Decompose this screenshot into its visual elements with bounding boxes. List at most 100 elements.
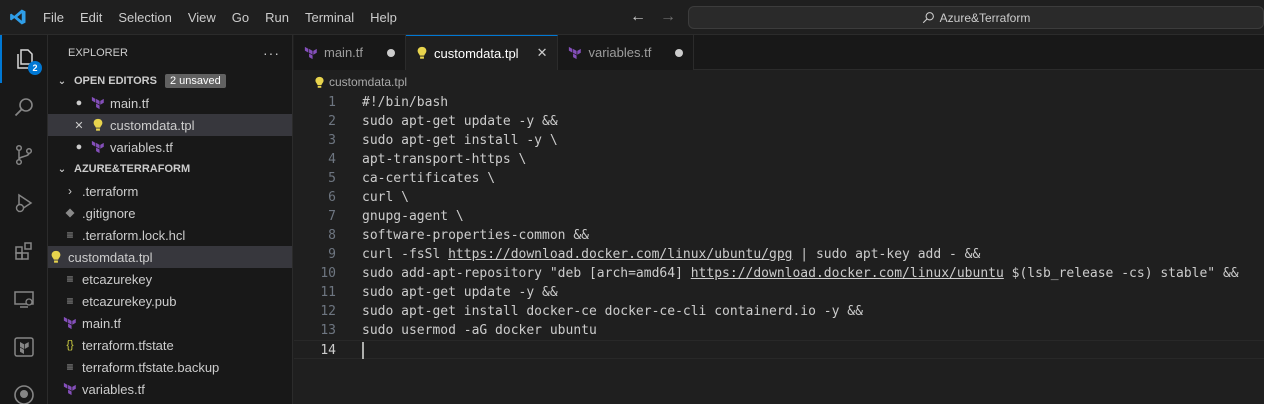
file-label: variables.tf: [82, 381, 145, 397]
terraform-icon: [304, 46, 317, 59]
code-line: 7 gnupg-agent \: [294, 207, 1264, 226]
remote-explorer-icon: [14, 291, 34, 308]
code-text: | sudo apt-key add - &&: [792, 247, 981, 262]
file-label: etcazurekey.pub: [82, 293, 177, 309]
title-bar: File Edit Selection View Go Run Terminal…: [0, 0, 1264, 35]
terraform-icon: [62, 315, 78, 331]
menu-help[interactable]: Help: [362, 0, 405, 35]
code-text: $(lsb_release -cs) stable" &&: [1003, 266, 1239, 281]
search-button[interactable]: [0, 83, 48, 131]
vscode-logo-icon[interactable]: [0, 0, 35, 35]
open-editor-item[interactable]: ✕ customdata.tpl: [48, 114, 292, 136]
line-text: sudo apt-get install docker-ce docker-ce…: [362, 304, 863, 319]
line-text: software-properties-common &&: [362, 228, 589, 243]
file-item[interactable]: ≡ .terraform.lock.hcl: [48, 224, 292, 246]
code-line: 4 apt-transport-https \: [294, 150, 1264, 169]
file-label: .terraform.lock.hcl: [82, 227, 186, 243]
unsaved-dot-icon[interactable]: ●: [72, 97, 86, 109]
unsaved-dot-icon[interactable]: [675, 48, 684, 57]
lightbulb-icon: [90, 117, 106, 133]
open-editors-section[interactable]: ⌄ OPEN EDITORS 2 unsaved: [48, 70, 292, 92]
breadcrumb-file[interactable]: customdata.tpl: [329, 75, 407, 89]
git-icon: [62, 205, 78, 221]
navigation-arrows: ← →: [630, 8, 676, 26]
code-line: 3 sudo apt-get install -y \: [294, 131, 1264, 150]
run-debug-button[interactable]: [0, 179, 48, 227]
terraform-extension-button[interactable]: [0, 323, 48, 371]
file-item[interactable]: customdata.tpl: [48, 246, 292, 268]
file-item[interactable]: variables.tf: [48, 378, 292, 400]
file-item[interactable]: main.tf: [48, 312, 292, 334]
chevron-down-icon: ⌄: [57, 163, 67, 175]
unsaved-dot-icon[interactable]: ●: [72, 141, 86, 153]
file-item[interactable]: {} terraform.tfstate: [48, 334, 292, 356]
tab-customdata-tpl[interactable]: customdata.tpl ✕: [406, 35, 559, 70]
line-number: 9: [328, 247, 336, 262]
code-line: 9 curl -fsSl https://download.docker.com/…: [294, 245, 1264, 264]
tab-variables-tf[interactable]: variables.tf: [558, 35, 695, 70]
file-item[interactable]: ≡ etcazurekey: [48, 268, 292, 290]
line-number: 4: [328, 152, 336, 167]
file-label: terraform.tfstate: [82, 337, 174, 353]
text-cursor: [362, 342, 364, 359]
explorer-button[interactable]: 2: [0, 35, 48, 83]
line-text: sudo apt-get update -y &&: [362, 285, 558, 300]
docker-repo-link[interactable]: https://download.docker.com/linux/ubuntu: [691, 266, 1004, 281]
code-line: 2 sudo apt-get update -y &&: [294, 112, 1264, 131]
github-button[interactable]: [0, 371, 48, 404]
code-line: 13 sudo usermod -aG docker ubuntu: [294, 321, 1264, 340]
menu-view[interactable]: View: [180, 0, 224, 35]
menu-run[interactable]: Run: [257, 0, 297, 35]
menu-edit[interactable]: Edit: [72, 0, 110, 35]
folder-section[interactable]: ⌄ AZURE&TERRAFORM: [48, 158, 292, 180]
line-number: 8: [328, 228, 336, 243]
lightbulb-icon: [48, 249, 64, 265]
code-editor[interactable]: 1 #!/bin/bash 2 sudo apt-get update -y && …: [294, 93, 1264, 404]
code-line: 10 sudo add-apt-repository "deb [arch=amd…: [294, 264, 1264, 283]
menu-terminal[interactable]: Terminal: [297, 0, 362, 35]
close-icon[interactable]: ✕: [72, 119, 86, 132]
open-editor-item[interactable]: ● variables.tf: [48, 136, 292, 158]
tab-label: main.tf: [324, 45, 364, 60]
extensions-icon: [15, 242, 32, 260]
docker-gpg-link[interactable]: https://download.docker.com/linux/ubuntu…: [448, 247, 792, 262]
line-text: curl \: [362, 190, 409, 205]
code-line: 5 ca-certificates \: [294, 169, 1264, 188]
close-icon[interactable]: ✕: [537, 45, 548, 61]
forward-arrow-icon[interactable]: →: [660, 8, 676, 26]
explorer-sidebar: EXPLORER ··· ⌄ OPEN EDITORS 2 unsaved ● …: [48, 35, 293, 404]
extensions-button[interactable]: [0, 227, 48, 275]
folder-item[interactable]: › .terraform: [48, 180, 292, 202]
debug-icon: [15, 193, 33, 213]
file-item[interactable]: .gitignore: [48, 202, 292, 224]
command-center-search[interactable]: Azure&Terraform: [688, 6, 1264, 29]
back-arrow-icon[interactable]: ←: [630, 8, 646, 26]
line-number: 2: [328, 114, 336, 129]
line-number: 11: [320, 285, 336, 300]
remote-explorer-button[interactable]: [0, 275, 48, 323]
unsaved-dot-icon[interactable]: [387, 48, 396, 57]
menu-bar: File Edit Selection View Go Run Terminal…: [35, 0, 405, 35]
file-item[interactable]: ≡ terraform.tfstate.backup: [48, 356, 292, 378]
terraform-icon: [90, 95, 106, 111]
terraform-icon: [569, 46, 582, 59]
tab-main-tf[interactable]: main.tf: [294, 35, 407, 70]
open-editor-item[interactable]: ● main.tf: [48, 92, 292, 114]
menu-selection[interactable]: Selection: [110, 0, 179, 35]
search-icon: [14, 98, 33, 117]
file-label: main.tf: [82, 315, 122, 331]
tab-label: customdata.tpl: [434, 45, 519, 61]
line-text: apt-transport-https \: [362, 152, 527, 167]
more-actions-icon[interactable]: ···: [263, 45, 280, 61]
file-label: customdata.tpl: [68, 249, 153, 265]
menu-file[interactable]: File: [35, 0, 72, 35]
unsaved-badge: 2 unsaved: [164, 74, 226, 88]
source-control-button[interactable]: [0, 131, 48, 179]
code-line: 12 sudo apt-get install docker-ce docker-…: [294, 302, 1264, 321]
lines-icon: ≡: [66, 228, 74, 242]
menu-go[interactable]: Go: [224, 0, 257, 35]
line-number: 13: [320, 323, 336, 338]
explorer-title: EXPLORER: [68, 46, 128, 59]
line-text: [362, 341, 364, 360]
file-item[interactable]: ≡ etcazurekey.pub: [48, 290, 292, 312]
